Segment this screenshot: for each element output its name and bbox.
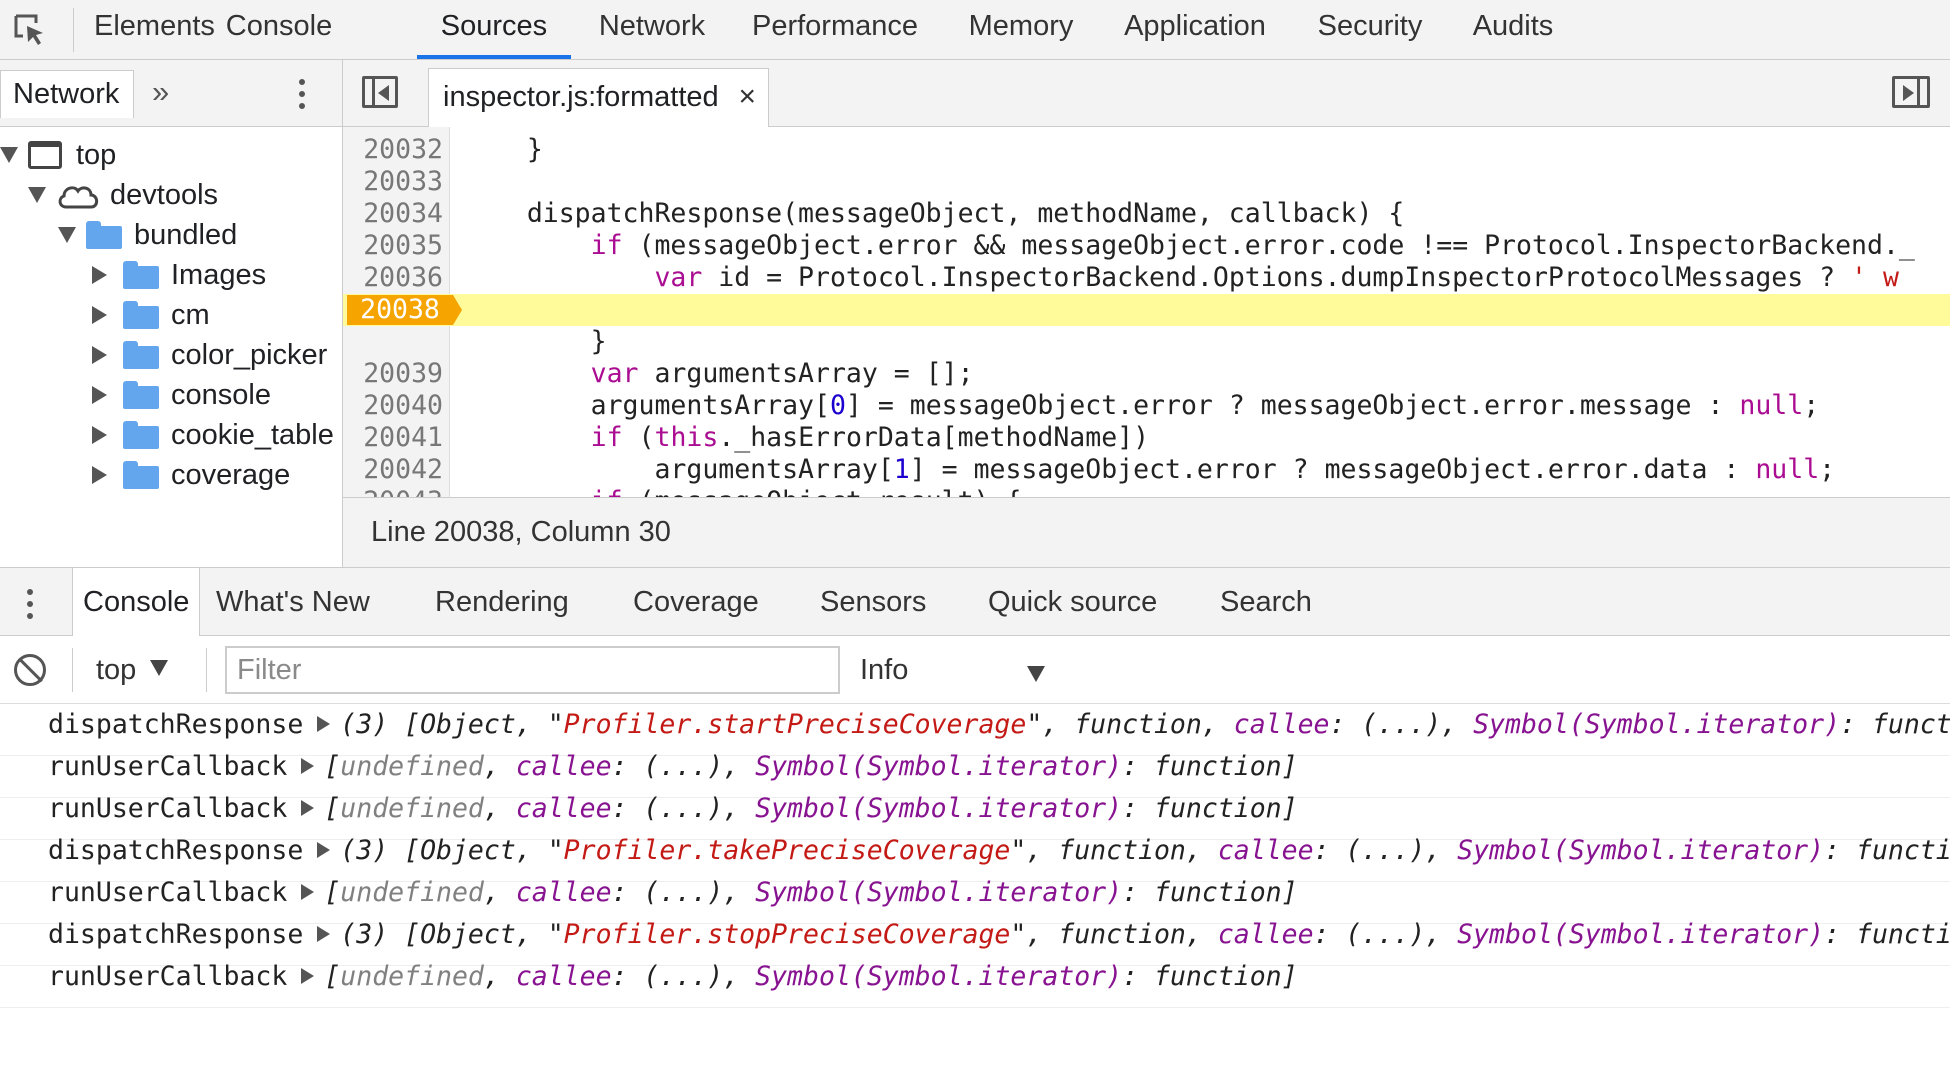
drawer-tab-rendering[interactable]: Rendering bbox=[435, 568, 569, 636]
code-line-partial: 20032 } bbox=[363, 134, 543, 165]
clear-console-icon[interactable] bbox=[14, 654, 46, 686]
console-messages[interactable]: dispatchResponse (3) [Object, "Profiler.s… bbox=[0, 704, 1950, 1066]
close-icon[interactable]: × bbox=[738, 69, 756, 125]
tab-performance[interactable]: Performance bbox=[750, 0, 920, 59]
collapse-triangle-icon bbox=[92, 346, 107, 364]
dropdown-caret-icon bbox=[150, 660, 169, 677]
code-line: 20042 if (messageObject.result) { bbox=[343, 422, 1950, 497]
collapse-triangle-icon bbox=[92, 266, 107, 284]
code-editor[interactable]: 20032 } 20033 dispatchResponse(messageOb… bbox=[343, 127, 1950, 497]
inspect-element-button[interactable] bbox=[8, 8, 52, 52]
tree-item-label: console bbox=[171, 378, 271, 411]
tree-item-label: Images bbox=[171, 258, 267, 291]
tab-network[interactable]: Network bbox=[592, 0, 712, 59]
folder-icon bbox=[123, 341, 159, 369]
code-line-partial: 20044 for (var i = 0; i < paramNames.len… bbox=[343, 486, 1950, 497]
collapse-triangle-icon bbox=[92, 386, 107, 404]
code-line-current-execution: 20038 var argumentsArray = []; bbox=[343, 294, 1950, 389]
log-level-label: Info bbox=[860, 654, 909, 686]
console-message[interactable]: runUserCallback [undefined, callee: (...)… bbox=[0, 956, 1950, 1008]
expand-triangle-icon[interactable] bbox=[301, 967, 315, 984]
context-selector[interactable]: top bbox=[96, 636, 169, 704]
tree-item-coverage[interactable]: coverage bbox=[92, 450, 290, 500]
drawer-tab-console[interactable]: Console bbox=[72, 568, 201, 636]
dropdown-caret-icon bbox=[1027, 666, 1045, 682]
main-tab-bar: Elements Console Sources Network Perform… bbox=[0, 0, 1950, 60]
code-line: 20035 var id = Protocol.InspectorBackend… bbox=[363, 230, 1899, 293]
console-toolbar: top Info bbox=[0, 636, 1950, 704]
console-filter-input[interactable] bbox=[225, 646, 840, 694]
inspect-cursor-icon bbox=[14, 14, 43, 45]
navigator-menu-kebab-icon[interactable] bbox=[290, 72, 314, 116]
drawer-tab-bar: Console What's New Rendering Coverage Se… bbox=[0, 567, 1950, 636]
expand-triangle-icon bbox=[0, 147, 18, 163]
tree-item-label: color_picker bbox=[171, 338, 328, 371]
tab-elements[interactable]: Elements bbox=[94, 0, 215, 59]
drawer-tab-quick-source[interactable]: Quick source bbox=[988, 568, 1157, 636]
drawer-tab-coverage[interactable]: Coverage bbox=[633, 568, 759, 636]
drawer-tab-search[interactable]: Search bbox=[1220, 568, 1312, 636]
tab-audits[interactable]: Audits bbox=[1468, 0, 1558, 59]
folder-icon bbox=[123, 381, 159, 409]
tree-item-label: top bbox=[76, 138, 117, 171]
file-tree: top devtools bundled Images cm color_pic… bbox=[0, 127, 343, 567]
folder-icon bbox=[123, 301, 159, 329]
toolbar-divider bbox=[206, 648, 207, 692]
expand-triangle-icon[interactable] bbox=[317, 715, 331, 732]
navigator-header: Network » bbox=[0, 60, 343, 127]
folder-icon bbox=[123, 261, 159, 289]
code-line: 20043 var paramNames = this._replyArgs[m… bbox=[343, 454, 1950, 497]
code-line: 20033 dispatchResponse(messageObject, me… bbox=[363, 166, 1405, 229]
collapse-triangle-icon bbox=[92, 426, 107, 444]
toggle-navigator-icon[interactable] bbox=[362, 76, 398, 108]
expand-triangle-icon[interactable] bbox=[317, 841, 331, 858]
expand-triangle-icon bbox=[58, 227, 76, 243]
tab-application[interactable]: Application bbox=[1118, 0, 1272, 59]
tree-item-label: coverage bbox=[171, 458, 291, 491]
tree-item-label: cookie_table bbox=[171, 418, 334, 451]
expand-triangle-icon[interactable] bbox=[317, 925, 331, 942]
code-line: 20037 } bbox=[343, 262, 1950, 357]
navigator-tab-network[interactable]: Network bbox=[0, 70, 134, 118]
folder-icon bbox=[123, 461, 159, 489]
drawer-tab-sensors[interactable]: Sensors bbox=[820, 568, 926, 636]
collapse-triangle-icon bbox=[92, 306, 107, 324]
file-tab-label: inspector.js:formatted bbox=[443, 81, 719, 113]
code-line: 20034 if (messageObject.error && message… bbox=[363, 198, 1915, 261]
tab-console[interactable]: Console bbox=[224, 0, 334, 59]
code-line: 20036 console.error('Request ' + methodN… bbox=[343, 230, 1950, 325]
more-tabs-chevron-icon[interactable]: » bbox=[152, 74, 169, 110]
frame-icon bbox=[28, 141, 62, 169]
log-level-selector[interactable]: Info bbox=[860, 636, 1045, 704]
code-line: 20039 argumentsArray[0] = messageObject.… bbox=[363, 358, 1820, 421]
drawer-menu-kebab-icon[interactable] bbox=[18, 582, 42, 626]
expand-triangle-icon[interactable] bbox=[301, 799, 315, 816]
code-line: 20041 argumentsArray[1] = messageObject.… bbox=[363, 422, 1836, 485]
expand-triangle-icon bbox=[28, 187, 46, 203]
toggle-debugger-sidebar-icon[interactable] bbox=[1892, 76, 1930, 108]
tree-item-label: cm bbox=[171, 298, 210, 331]
tab-memory[interactable]: Memory bbox=[962, 0, 1080, 59]
toolbar-divider bbox=[73, 8, 74, 52]
drawer-tab-whats-new[interactable]: What's New bbox=[216, 568, 370, 636]
editor-tab-bar: inspector.js:formatted × bbox=[343, 60, 1950, 127]
folder-icon bbox=[123, 421, 159, 449]
cloud-icon bbox=[58, 186, 99, 209]
execution-line-marker[interactable]: 20038 bbox=[347, 295, 462, 325]
expand-triangle-icon[interactable] bbox=[301, 757, 315, 774]
editor-file-tab[interactable]: inspector.js:formatted × bbox=[428, 68, 769, 127]
context-selector-label: top bbox=[96, 654, 137, 686]
editor-status-bar: Line 20038, Column 30 bbox=[343, 497, 1950, 567]
tab-sources[interactable]: Sources bbox=[417, 0, 571, 59]
tree-item-label: devtools bbox=[110, 178, 219, 211]
code-line: 20040 if (this._hasErrorData[methodName]… bbox=[363, 390, 1150, 453]
tree-item-label: bundled bbox=[134, 218, 238, 251]
expand-triangle-icon[interactable] bbox=[301, 883, 315, 900]
toolbar-divider bbox=[72, 648, 73, 692]
folder-icon bbox=[86, 221, 122, 249]
collapse-triangle-icon bbox=[92, 466, 107, 484]
tab-security[interactable]: Security bbox=[1314, 0, 1426, 59]
